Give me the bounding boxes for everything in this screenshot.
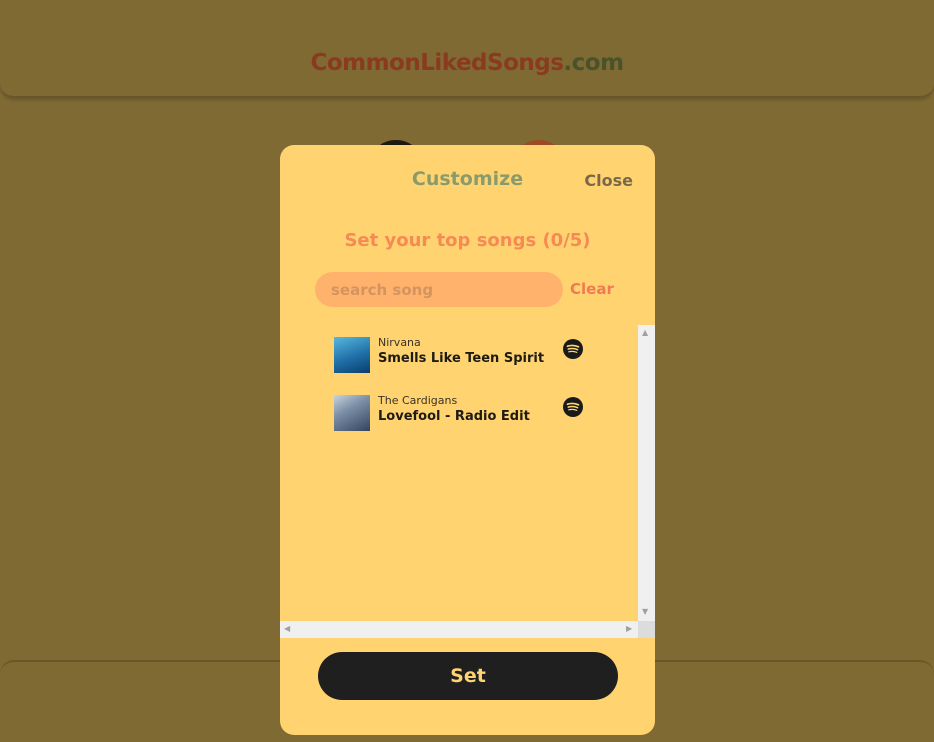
scroll-right-icon[interactable]: ▶ [626, 624, 632, 633]
logo-tld-text: .com [563, 50, 624, 76]
scroll-down-icon[interactable]: ▼ [642, 607, 648, 616]
logo-main-text: CommonLikedSongs [310, 50, 564, 76]
customize-modal: Customize Close Set your top songs (0/5)… [280, 145, 655, 735]
spotify-icon[interactable] [563, 397, 583, 417]
song-artist: The Cardigans [378, 394, 458, 407]
scrollbar-corner [638, 621, 655, 638]
horizontal-scrollbar[interactable]: ◀ ▶ [280, 621, 638, 638]
list-item[interactable]: Nirvana Smells Like Teen Spirit [334, 336, 634, 377]
close-button[interactable]: Close [584, 171, 633, 190]
site-logo[interactable]: CommonLikedSongs.com [0, 50, 934, 76]
album-cover-image [334, 395, 370, 431]
spotify-icon[interactable] [563, 339, 583, 359]
set-button[interactable]: Set [318, 652, 618, 700]
album-cover-image [334, 337, 370, 373]
top-songs-heading: Set your top songs (0/5) [344, 230, 591, 251]
song-title: Lovefool - Radio Edit [378, 409, 530, 424]
header: CommonLikedSongs.com [0, 0, 934, 98]
clear-button[interactable]: Clear [570, 280, 614, 298]
vertical-scrollbar[interactable]: ▲ ▼ [638, 325, 655, 621]
search-input[interactable] [315, 272, 563, 307]
search-results-list[interactable]: Nirvana Smells Like Teen Spirit The Card… [280, 325, 655, 638]
scroll-left-icon[interactable]: ◀ [284, 624, 290, 633]
list-item[interactable]: The Cardigans Lovefool - Radio Edit [334, 394, 634, 435]
song-artist: Nirvana [378, 336, 421, 349]
scroll-up-icon[interactable]: ▲ [642, 328, 648, 337]
song-title: Smells Like Teen Spirit [378, 351, 545, 366]
